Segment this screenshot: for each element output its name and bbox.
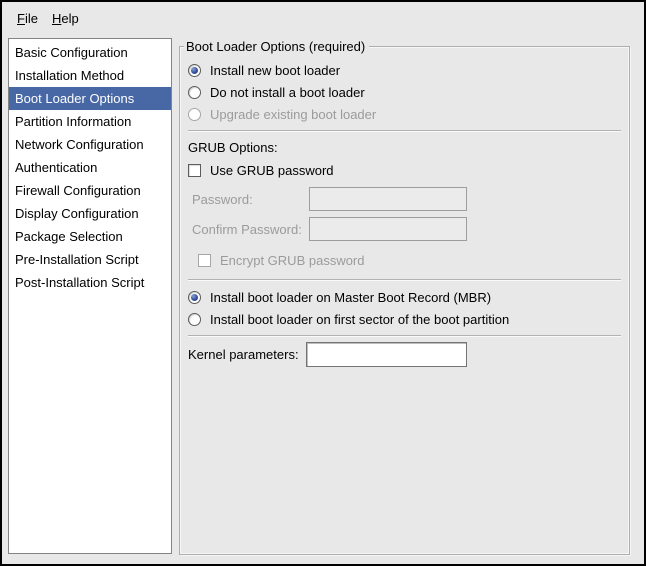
kickstart-configurator-window: File Help Basic Configuration Installati… xyxy=(0,0,646,566)
separator xyxy=(188,335,621,337)
checkbox-label: Encrypt GRUB password xyxy=(220,253,365,268)
frame-title: Boot Loader Options (required) xyxy=(184,38,369,55)
checkbox-encrypt-grub-password xyxy=(198,254,211,267)
radio-label: Install boot loader on first sector of t… xyxy=(210,312,509,327)
kernel-parameters-input[interactable] xyxy=(306,342,467,367)
radio-row-do-not-install[interactable]: Do not install a boot loader xyxy=(188,81,621,103)
radio-label: Do not install a boot loader xyxy=(210,85,365,100)
radio-label: Install new boot loader xyxy=(210,63,340,78)
kernel-parameters-label: Kernel parameters: xyxy=(188,347,306,362)
menubar: File Help xyxy=(2,2,644,34)
checkbox-label: Use GRUB password xyxy=(210,163,334,178)
separator xyxy=(188,279,621,281)
radio-row-upgrade-existing: Upgrade existing boot loader xyxy=(188,103,621,125)
radio-label: Upgrade existing boot loader xyxy=(210,107,376,122)
menu-help[interactable]: Help xyxy=(45,8,86,29)
sidebar-item-pre-installation-script[interactable]: Pre-Installation Script xyxy=(9,248,171,271)
password-field-row: Password: xyxy=(188,187,621,211)
confirm-password-input xyxy=(309,217,467,241)
password-input xyxy=(309,187,467,211)
section-list: Basic Configuration Installation Method … xyxy=(8,38,172,554)
checkbox-use-grub-password[interactable] xyxy=(188,164,201,177)
menu-help-mnemonic: H xyxy=(52,11,61,26)
kernel-parameters-row: Kernel parameters: xyxy=(188,342,621,367)
menu-file[interactable]: File xyxy=(10,8,45,29)
separator xyxy=(188,130,621,132)
sidebar-item-boot-loader-options[interactable]: Boot Loader Options xyxy=(9,87,171,110)
sidebar-item-partition-information[interactable]: Partition Information xyxy=(9,110,171,133)
radio-install-on-first-sector[interactable] xyxy=(188,313,201,326)
sidebar-item-package-selection[interactable]: Package Selection xyxy=(9,225,171,248)
boot-loader-options-frame: Boot Loader Options (required) Install n… xyxy=(179,46,630,555)
radio-install-new-boot-loader[interactable] xyxy=(188,64,201,77)
sidebar-item-display-configuration[interactable]: Display Configuration xyxy=(9,202,171,225)
password-label: Password: xyxy=(188,192,309,207)
radio-do-not-install[interactable] xyxy=(188,86,201,99)
radio-label: Install boot loader on Master Boot Recor… xyxy=(210,290,491,305)
radio-row-install-on-mbr[interactable]: Install boot loader on Master Boot Recor… xyxy=(188,286,621,308)
menu-file-rest: ile xyxy=(25,11,38,26)
sidebar-item-basic-configuration[interactable]: Basic Configuration xyxy=(9,41,171,64)
confirm-password-label: Confirm Password: xyxy=(188,222,309,237)
sidebar-item-authentication[interactable]: Authentication xyxy=(9,156,171,179)
sidebar-item-installation-method[interactable]: Installation Method xyxy=(9,64,171,87)
radio-install-on-mbr[interactable] xyxy=(188,291,201,304)
confirm-password-field-row: Confirm Password: xyxy=(188,217,621,241)
sidebar-item-network-configuration[interactable]: Network Configuration xyxy=(9,133,171,156)
radio-row-install-new-boot-loader[interactable]: Install new boot loader xyxy=(188,59,621,81)
menu-help-rest: elp xyxy=(61,11,78,26)
radio-upgrade-existing xyxy=(188,108,201,121)
grub-options-heading: GRUB Options: xyxy=(188,137,621,159)
radio-row-install-on-first-sector[interactable]: Install boot loader on first sector of t… xyxy=(188,308,621,330)
checkbox-row-encrypt-grub-password: Encrypt GRUB password xyxy=(198,249,621,271)
sidebar-item-post-installation-script[interactable]: Post-Installation Script xyxy=(9,271,171,294)
sidebar-item-firewall-configuration[interactable]: Firewall Configuration xyxy=(9,179,171,202)
checkbox-row-use-grub-password[interactable]: Use GRUB password xyxy=(188,159,621,181)
menu-file-mnemonic: F xyxy=(17,11,25,26)
